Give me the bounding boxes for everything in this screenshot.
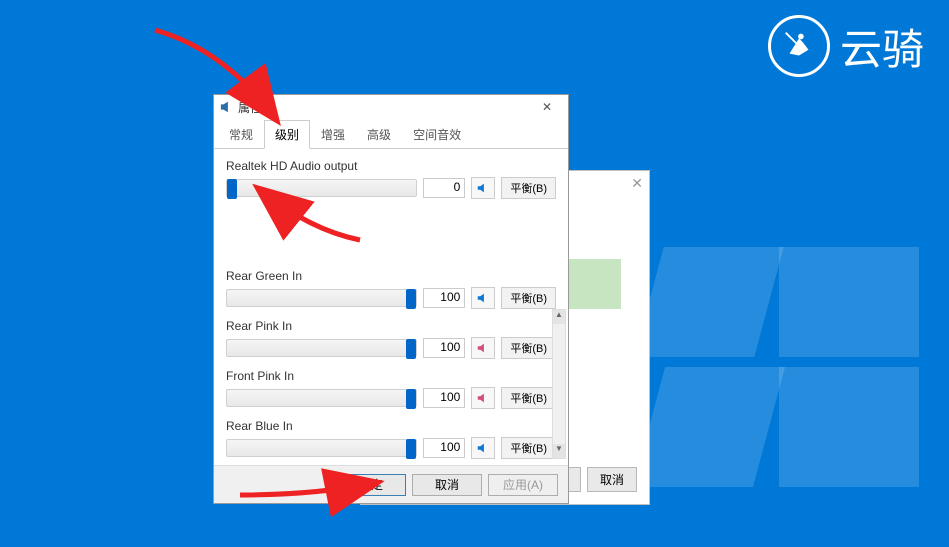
speaker-icon[interactable] <box>471 177 495 199</box>
input-value[interactable]: 100 <box>423 338 465 358</box>
input-slider[interactable] <box>226 439 417 457</box>
dialog-footer: 确定 取消 应用(A) <box>214 465 568 503</box>
dialog-title: 属性 <box>238 99 532 116</box>
tab-enhance[interactable]: 增强 <box>310 120 356 149</box>
balance-button[interactable]: 平衡(B) <box>501 387 556 409</box>
chevron-up-icon[interactable]: ▲ <box>553 310 565 324</box>
properties-dialog: 属性 ✕ 常规 级别 增强 高级 空间音效 Realtek HD Audio o… <box>213 94 569 504</box>
input-label: Rear Blue In <box>226 419 556 433</box>
input-slider[interactable] <box>226 339 417 357</box>
input-channel-0: Rear Green In 100 平衡(B) <box>226 269 556 309</box>
output-value[interactable]: 0 <box>423 178 465 198</box>
input-value[interactable]: 100 <box>423 288 465 308</box>
output-label: Realtek HD Audio output <box>226 159 556 173</box>
cancel-button-back[interactable]: 取消 <box>587 467 637 492</box>
tab-general[interactable]: 常规 <box>218 120 264 149</box>
watermark-text: 云骑 <box>840 16 924 77</box>
tab-spatial[interactable]: 空间音效 <box>402 120 472 149</box>
speaker-icon <box>220 100 234 114</box>
input-label: Rear Pink In <box>226 319 556 333</box>
input-label: Front Pink In <box>226 369 556 383</box>
balance-button[interactable]: 平衡(B) <box>501 337 556 359</box>
balance-button[interactable]: 平衡(B) <box>501 437 556 459</box>
input-channel-2: Front Pink In 100 平衡(B) <box>226 369 556 409</box>
input-value[interactable]: 100 <box>423 388 465 408</box>
input-value[interactable]: 100 <box>423 438 465 458</box>
input-channel-3: Rear Blue In 100 平衡(B) <box>226 419 556 459</box>
cancel-button[interactable]: 取消 <box>412 474 482 496</box>
ok-button[interactable]: 确定 <box>336 474 406 496</box>
scrollbar[interactable]: ▲ ▼ <box>552 309 566 459</box>
speaker-icon[interactable] <box>471 337 495 359</box>
output-slider[interactable] <box>226 179 417 197</box>
dialog-content: Realtek HD Audio output 0 平衡(B) Rear Gre… <box>214 149 568 465</box>
chevron-down-icon[interactable]: ▼ <box>553 444 565 458</box>
titlebar: 属性 ✕ <box>214 95 568 119</box>
input-slider[interactable] <box>226 389 417 407</box>
tab-strip: 常规 级别 增强 高级 空间音效 <box>214 119 568 149</box>
speaker-icon[interactable] <box>471 387 495 409</box>
speaker-icon[interactable] <box>471 437 495 459</box>
input-slider[interactable] <box>226 289 417 307</box>
tab-advanced[interactable]: 高级 <box>356 120 402 149</box>
close-icon[interactable]: ✕ <box>532 100 562 114</box>
balance-button[interactable]: 平衡(B) <box>501 177 556 199</box>
close-icon[interactable]: ✕ <box>631 175 643 192</box>
watermark-logo-icon <box>768 15 830 77</box>
input-channel-1: Rear Pink In 100 平衡(B) <box>226 319 556 359</box>
balance-button[interactable]: 平衡(B) <box>501 287 556 309</box>
watermark: 云骑 <box>768 15 924 77</box>
speaker-icon[interactable] <box>471 287 495 309</box>
tab-levels[interactable]: 级别 <box>264 120 310 149</box>
output-channel: Realtek HD Audio output 0 平衡(B) <box>226 159 556 199</box>
apply-button[interactable]: 应用(A) <box>488 474 558 496</box>
input-label: Rear Green In <box>226 269 556 283</box>
